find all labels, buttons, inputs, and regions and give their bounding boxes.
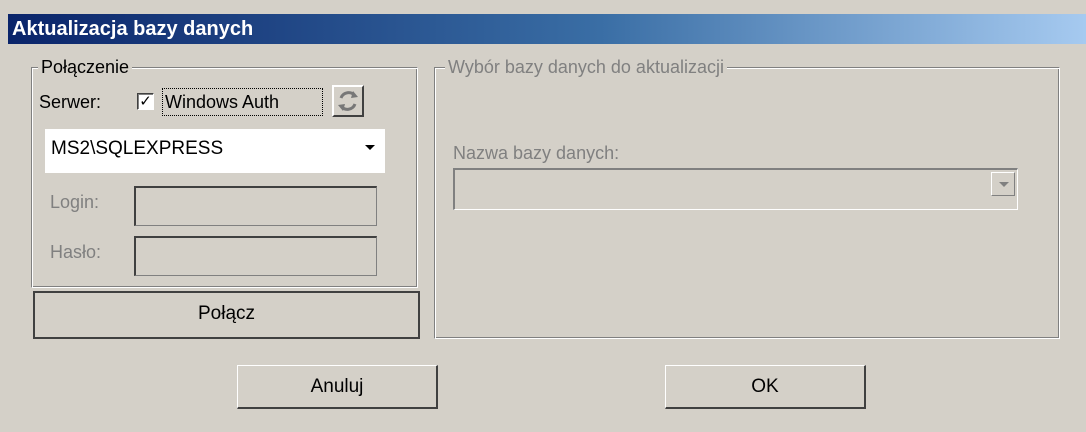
windows-auth-checkbox[interactable]: ✓ bbox=[137, 93, 154, 110]
database-name-label: Nazwa bazy danych: bbox=[453, 143, 620, 163]
server-value: MS2\SQLEXPRESS bbox=[51, 138, 224, 159]
refresh-button[interactable] bbox=[332, 85, 364, 117]
window-title: Aktualizacja bazy danych bbox=[12, 18, 254, 40]
server-label: Serwer: bbox=[39, 92, 102, 112]
server-combo[interactable]: MS2\SQLEXPRESS bbox=[45, 129, 385, 173]
database-dropdown-button[interactable] bbox=[991, 172, 1015, 196]
connect-button[interactable]: Połącz bbox=[33, 291, 420, 339]
database-name-combo[interactable] bbox=[453, 168, 1018, 210]
connection-group: Połączenie Serwer: ✓ Windows Auth MS2\SQ… bbox=[31, 56, 418, 288]
chevron-down-icon bbox=[999, 182, 1009, 187]
ok-button[interactable]: OK bbox=[665, 365, 866, 409]
cancel-button-label: Anuluj bbox=[310, 376, 364, 397]
database-group-label: Wybór bazy danych do aktualizacji bbox=[445, 56, 727, 78]
database-group: Wybór bazy danych do aktualizacji Nazwa … bbox=[434, 56, 1060, 339]
windows-auth-label[interactable]: Windows Auth bbox=[165, 91, 279, 113]
password-label: Hasło: bbox=[50, 242, 102, 262]
ok-button-label: OK bbox=[751, 376, 779, 397]
refresh-icon bbox=[338, 91, 358, 111]
password-field[interactable] bbox=[134, 236, 377, 276]
title-bar[interactable]: Aktualizacja bazy danych bbox=[8, 14, 1086, 44]
chevron-down-icon[interactable] bbox=[365, 145, 375, 150]
windows-auth-focus[interactable]: Windows Auth bbox=[162, 88, 323, 116]
login-label: Login: bbox=[50, 192, 100, 212]
connection-group-label: Połączenie bbox=[38, 56, 133, 78]
login-field[interactable] bbox=[134, 186, 377, 226]
cancel-button[interactable]: Anuluj bbox=[237, 365, 438, 409]
connect-button-label: Połącz bbox=[197, 303, 256, 324]
